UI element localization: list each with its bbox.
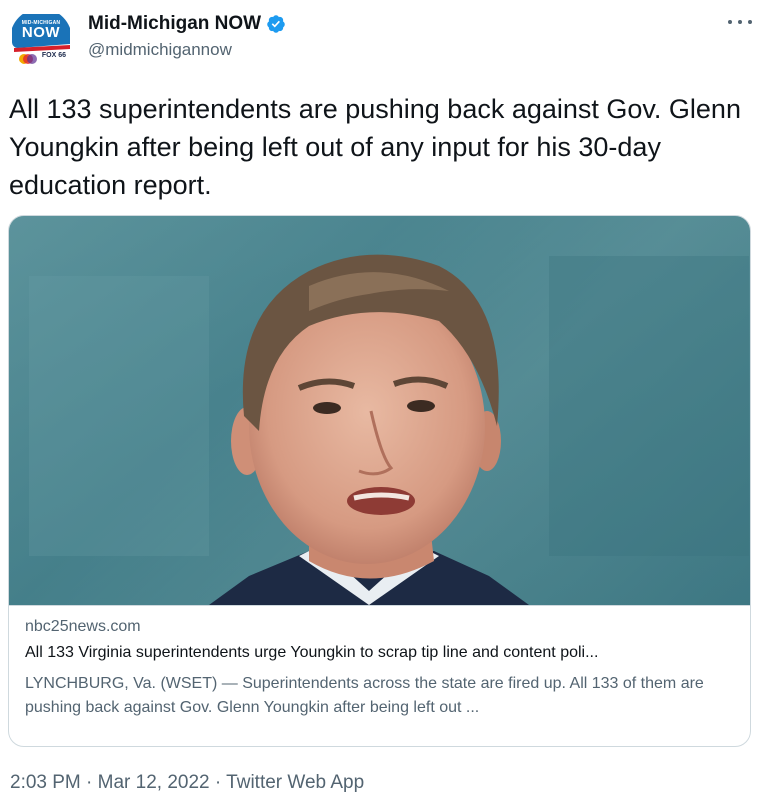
separator: ·	[86, 772, 98, 793]
card-image[interactable]	[9, 216, 750, 605]
author-handle[interactable]: @midmichigannow	[88, 40, 232, 60]
display-name[interactable]: Mid-Michigan NOW	[88, 13, 261, 35]
tweet-date-link[interactable]: Mar 12, 2022	[98, 772, 210, 793]
tweet-time-link[interactable]: 2:03 PM	[10, 772, 81, 793]
avatar-text-main: NOW	[21, 24, 61, 41]
dot-icon	[748, 20, 752, 24]
card-meta: nbc25news.com All 133 Virginia superinte…	[9, 605, 750, 716]
link-preview-card[interactable]: nbc25news.com All 133 Virginia superinte…	[8, 215, 751, 747]
dot-icon	[728, 20, 732, 24]
more-options-icon[interactable]	[728, 14, 752, 30]
card-domain: nbc25news.com	[25, 618, 141, 635]
verified-badge-icon	[267, 15, 285, 33]
author-name-row: Mid-Michigan NOW	[88, 12, 286, 36]
separator: ·	[214, 772, 227, 793]
card-description: LYNCHBURG, Va. (WSET) — Superintendents …	[25, 675, 704, 716]
tweet: MID-MICHIGAN NOW FOX 66 Mid-Michigan NOW…	[0, 0, 768, 810]
dot-icon	[738, 20, 742, 24]
portrait-photo-icon	[9, 216, 750, 605]
card-title[interactable]: All 133 Virginia superintendents urge Yo…	[25, 644, 737, 662]
tweet-text: All 133 superintendents are pushing back…	[9, 94, 741, 200]
avatar[interactable]: MID-MICHIGAN NOW FOX 66	[10, 8, 72, 70]
tweet-timestamp: 2:03 PM · Mar 12, 2022 · Twitter Web App	[10, 772, 364, 794]
tweet-source-link[interactable]: Twitter Web App	[226, 772, 364, 793]
avatar-text-bottom: FOX 66	[41, 52, 66, 59]
